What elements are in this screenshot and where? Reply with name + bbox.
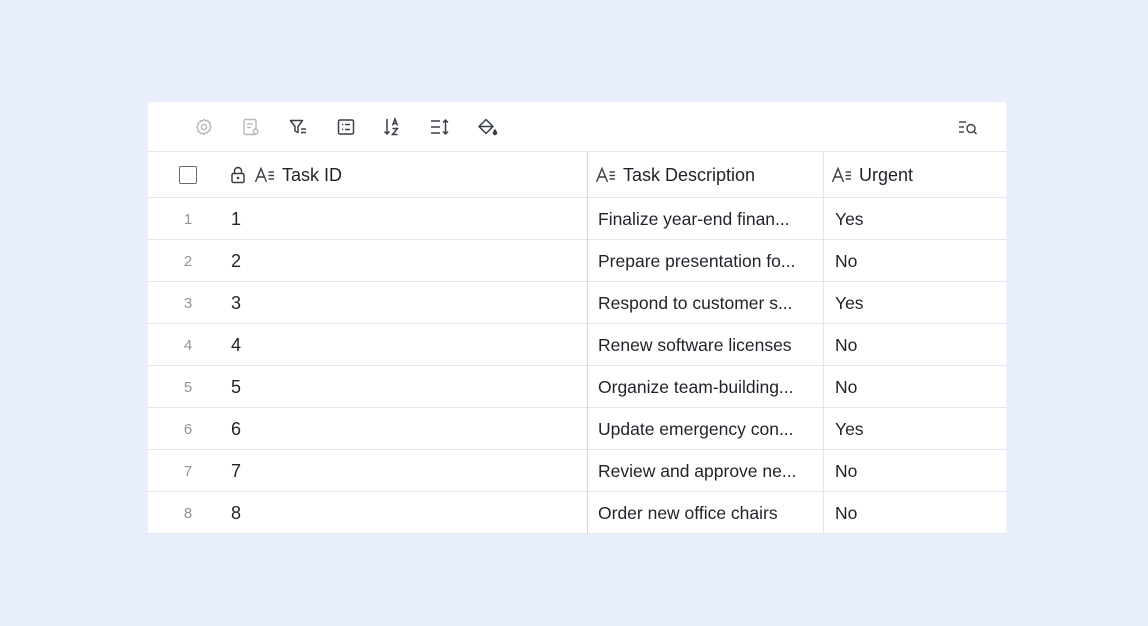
row-number: 6 bbox=[183, 420, 193, 438]
column-header-urgent[interactable]: Urgent bbox=[831, 152, 913, 198]
form-view-icon[interactable] bbox=[238, 114, 264, 140]
table-row[interactable]: 2 2 Prepare presentation fo... No bbox=[148, 240, 1006, 282]
cell-task-description[interactable]: Prepare presentation fo... bbox=[598, 240, 818, 282]
row-number: 3 bbox=[183, 294, 193, 312]
text-field-icon bbox=[831, 166, 853, 184]
grid-toolbar bbox=[148, 102, 1006, 152]
data-grid: Task ID Task Description Urgent 1 1 Fina… bbox=[148, 102, 1006, 534]
cell-task-description[interactable]: Update emergency con... bbox=[598, 408, 818, 450]
row-number: 7 bbox=[183, 462, 193, 480]
cell-urgent[interactable]: No bbox=[835, 366, 995, 408]
table-row[interactable]: 6 6 Update emergency con... Yes bbox=[148, 408, 1006, 450]
column-header-label: Task ID bbox=[282, 164, 343, 185]
cell-task-id[interactable]: 1 bbox=[231, 198, 581, 240]
row-number: 2 bbox=[183, 252, 193, 270]
row-number: 8 bbox=[183, 504, 193, 522]
column-header-task-description[interactable]: Task Description bbox=[595, 152, 755, 198]
table-row[interactable]: 8 8 Order new office chairs No bbox=[148, 492, 1006, 534]
lock-icon bbox=[230, 166, 246, 184]
sort-icon[interactable] bbox=[380, 114, 406, 140]
table-row[interactable]: 3 3 Respond to customer s... Yes bbox=[148, 282, 1006, 324]
column-header-task-id[interactable]: Task ID bbox=[230, 152, 342, 198]
cell-task-id[interactable]: 5 bbox=[231, 366, 581, 408]
cell-task-description[interactable]: Finalize year-end finan... bbox=[598, 198, 818, 240]
cell-task-id[interactable]: 7 bbox=[231, 450, 581, 492]
search-records-icon[interactable] bbox=[955, 114, 981, 140]
cell-urgent[interactable]: Yes bbox=[835, 282, 995, 324]
table-row[interactable]: 4 4 Renew software licenses No bbox=[148, 324, 1006, 366]
column-header-label: Task Description bbox=[623, 164, 756, 185]
group-icon[interactable] bbox=[333, 114, 359, 140]
column-header-label: Urgent bbox=[859, 164, 914, 185]
row-number: 5 bbox=[183, 378, 193, 396]
cell-task-id[interactable]: 4 bbox=[231, 324, 581, 366]
row-number: 4 bbox=[183, 336, 193, 354]
settings-icon[interactable] bbox=[191, 114, 217, 140]
filter-icon[interactable] bbox=[285, 114, 311, 140]
cell-urgent[interactable]: No bbox=[835, 450, 995, 492]
cell-urgent[interactable]: Yes bbox=[835, 408, 995, 450]
cell-urgent[interactable]: No bbox=[835, 492, 995, 534]
cell-task-description[interactable]: Order new office chairs bbox=[598, 492, 818, 534]
text-field-icon bbox=[254, 166, 276, 184]
cell-urgent[interactable]: Yes bbox=[835, 198, 995, 240]
table-row[interactable]: 5 5 Organize team-building... No bbox=[148, 366, 1006, 408]
table-row[interactable]: 7 7 Review and approve ne... No bbox=[148, 450, 1006, 492]
cell-task-description[interactable]: Respond to customer s... bbox=[598, 282, 818, 324]
cell-urgent[interactable]: No bbox=[835, 324, 995, 366]
row-number: 1 bbox=[183, 210, 193, 228]
cell-task-id[interactable]: 8 bbox=[231, 492, 581, 534]
table-body: 1 1 Finalize year-end finan... Yes 2 2 P… bbox=[148, 198, 1006, 534]
fill-color-icon[interactable] bbox=[474, 114, 500, 140]
cell-task-id[interactable]: 2 bbox=[231, 240, 581, 282]
cell-task-description[interactable]: Review and approve ne... bbox=[598, 450, 818, 492]
cell-task-id[interactable]: 6 bbox=[231, 408, 581, 450]
table-header: Task ID Task Description Urgent bbox=[148, 152, 1006, 198]
column-divider[interactable] bbox=[823, 152, 824, 534]
cell-task-description[interactable]: Renew software licenses bbox=[598, 324, 818, 366]
cell-task-id[interactable]: 3 bbox=[231, 282, 581, 324]
table-row[interactable]: 1 1 Finalize year-end finan... Yes bbox=[148, 198, 1006, 240]
cell-task-description[interactable]: Organize team-building... bbox=[598, 366, 818, 408]
select-all-checkbox[interactable] bbox=[179, 166, 197, 184]
row-height-icon[interactable] bbox=[427, 114, 453, 140]
text-field-icon bbox=[595, 166, 617, 184]
cell-urgent[interactable]: No bbox=[835, 240, 995, 282]
column-divider[interactable] bbox=[587, 152, 588, 534]
